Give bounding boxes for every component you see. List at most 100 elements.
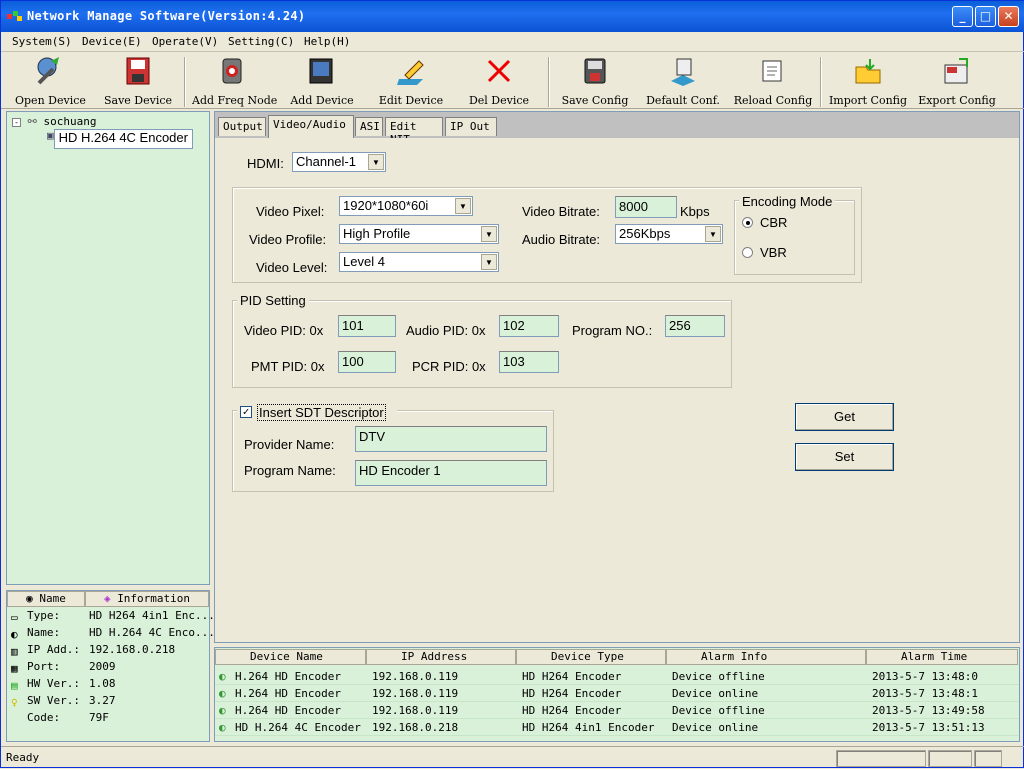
add-freq-node-button[interactable]: Add Freq Node: [192, 55, 277, 107]
menu-device[interactable]: Device(E): [82, 35, 142, 48]
tab-video-audio[interactable]: Video/Audio: [268, 115, 354, 138]
tab-asi[interactable]: ASI: [355, 117, 383, 136]
title-bar[interactable]: Network Manage Software(Version:4.24) _ …: [1, 1, 1024, 32]
default-conf-button[interactable]: Default Conf.: [642, 55, 724, 107]
cell-alarm-time: 2013-5-7 13:48:1: [872, 687, 978, 700]
del-device-button[interactable]: Del Device: [467, 55, 531, 107]
video-level-select[interactable]: Level 4 ▼: [339, 252, 499, 272]
save-config-button[interactable]: Save Config: [559, 55, 631, 107]
reload-config-button[interactable]: Reload Config: [732, 55, 814, 107]
alarm-header-device-type[interactable]: Device Type: [516, 649, 666, 665]
cell-ip: 192.168.0.119: [372, 670, 459, 683]
maximize-button[interactable]: □: [975, 6, 996, 27]
video-pixel-select[interactable]: 1920*1080*60i ▼: [339, 196, 473, 216]
add-freq-node-icon: [222, 58, 242, 84]
chevron-down-icon[interactable]: ▼: [455, 198, 471, 214]
info-value: 192.168.0.218: [89, 643, 176, 656]
info-value: 1.08: [89, 677, 116, 690]
provider-name-input[interactable]: DTV: [355, 426, 547, 452]
info-header-name[interactable]: ◉ Name: [7, 591, 85, 607]
hardware-icon: ▤: [11, 679, 18, 692]
header-label: Device Name: [250, 650, 323, 663]
hdmi-label: HDMI:: [247, 156, 284, 171]
info-value: 2009: [89, 660, 116, 673]
export-config-button[interactable]: Export Config: [916, 55, 998, 107]
alarm-row[interactable]: ◐ H.264 HD Encoder 192.168.0.119 HD H264 En…: [215, 685, 1019, 702]
cell-alarm-info: Device online: [672, 687, 759, 700]
header-label: Device Type: [551, 650, 624, 663]
video-profile-label: Video Profile:: [249, 232, 327, 247]
program-name-input[interactable]: HD Encoder 1: [355, 460, 547, 486]
minimize-button[interactable]: _: [952, 6, 973, 27]
add-device-icon: [309, 58, 333, 84]
audio-bitrate-select[interactable]: 256Kbps ▼: [615, 224, 723, 244]
info-row-ip: ▥ IP Add.: 192.168.0.218: [7, 643, 209, 660]
sdt-checkbox[interactable]: ✓: [240, 406, 252, 418]
video-audio-panel: HDMI: Channel-1 ▼ Video Pixel: 1920*1080*…: [215, 138, 1019, 642]
audio-pid-input[interactable]: 102: [499, 315, 559, 337]
alarm-list[interactable]: Device Name IP Address Device Type Alarm…: [214, 647, 1020, 742]
save-device-button[interactable]: Save Device: [103, 55, 173, 107]
alarm-row[interactable]: ◐ HD H.264 4C Encoder 192.168.0.218 HD H264…: [215, 719, 1019, 736]
network-icon: ⚯: [27, 115, 37, 128]
encoding-mode-title: Encoding Mode: [739, 194, 836, 209]
alarm-row[interactable]: ◐ H.264 HD Encoder 192.168.0.119 HD H264 En…: [215, 702, 1019, 719]
pid-setting-title: PID Setting: [237, 293, 309, 308]
program-no-input[interactable]: 256: [665, 315, 725, 337]
vbr-radio[interactable]: [742, 247, 753, 258]
tab-output[interactable]: Output: [218, 117, 266, 136]
cell-device-name: HD H.264 4C Encoder: [235, 721, 361, 734]
video-level-value: Level 4: [343, 254, 385, 269]
menu-help[interactable]: Help(H): [304, 35, 350, 48]
info-key: Name:: [27, 626, 61, 639]
pid-setting-group: [232, 300, 732, 388]
vbr-label: VBR: [760, 245, 787, 260]
sdt-label[interactable]: Insert SDT Descriptor: [257, 404, 386, 421]
alarm-header-alarm-info[interactable]: Alarm Info: [666, 649, 866, 665]
close-button[interactable]: ✕: [998, 6, 1019, 27]
menu-system[interactable]: System(S): [12, 35, 72, 48]
device-tree[interactable]: - ⚯ sochuang ▣ HD H.264 4C Encoder: [6, 111, 210, 585]
info-key: Code:: [27, 711, 61, 724]
collapse-icon[interactable]: -: [12, 118, 21, 127]
tab-ip-out[interactable]: IP Out: [445, 117, 497, 136]
tree-node-root[interactable]: - ⚯ sochuang: [12, 115, 96, 128]
open-device-button[interactable]: Open Device: [15, 55, 86, 107]
hdmi-select[interactable]: Channel-1 ▼: [292, 152, 386, 172]
import-config-icon: [855, 59, 881, 84]
chevron-down-icon[interactable]: ▼: [481, 254, 497, 270]
set-button[interactable]: Set: [795, 443, 894, 471]
info-header-information[interactable]: ◈ Information: [85, 591, 209, 607]
edit-device-button[interactable]: Edit Device: [376, 55, 446, 107]
import-config-button[interactable]: Import Config: [827, 55, 909, 107]
alarm-header-ip[interactable]: IP Address: [366, 649, 516, 665]
menu-setting[interactable]: Setting(C): [228, 35, 294, 48]
info-key: SW Ver.:: [27, 694, 80, 707]
tab-edit-nit[interactable]: Edit NIT: [385, 117, 443, 146]
add-device-button[interactable]: Add Device: [290, 55, 354, 107]
video-pid-input[interactable]: 101: [338, 315, 396, 337]
chevron-down-icon[interactable]: ▼: [368, 154, 384, 170]
alarm-row[interactable]: ◐ H.264 HD Encoder 192.168.0.119 HD H264 En…: [215, 668, 1019, 685]
alarm-header-alarm-time[interactable]: Alarm Time: [866, 649, 1018, 665]
pmt-pid-input[interactable]: 100: [338, 351, 396, 373]
cbr-radio[interactable]: [742, 217, 753, 228]
pcr-pid-input[interactable]: 103: [499, 351, 559, 373]
video-bitrate-input[interactable]: 8000: [615, 196, 677, 218]
video-profile-select[interactable]: High Profile ▼: [339, 224, 499, 244]
chevron-down-icon[interactable]: ▼: [705, 226, 721, 242]
info-value: 3.27: [89, 694, 116, 707]
video-bitrate-label: Video Bitrate:: [522, 204, 600, 219]
cell-alarm-info: Device online: [672, 721, 759, 734]
tree-node-encoder[interactable]: ▣ HD H.264 4C Encoder: [47, 129, 193, 149]
chevron-down-icon[interactable]: ▼: [481, 226, 497, 242]
menu-operate[interactable]: Operate(V): [152, 35, 218, 48]
get-button[interactable]: Get: [795, 403, 894, 431]
save-config-label: Save Config: [561, 94, 629, 107]
program-name-label: Program Name:: [244, 463, 336, 478]
video-profile-value: High Profile: [343, 226, 411, 241]
type-icon: ▭: [11, 611, 18, 624]
alarm-header-device-name[interactable]: Device Name: [215, 649, 366, 665]
status-pane: [836, 750, 926, 767]
export-config-icon: [944, 58, 968, 84]
